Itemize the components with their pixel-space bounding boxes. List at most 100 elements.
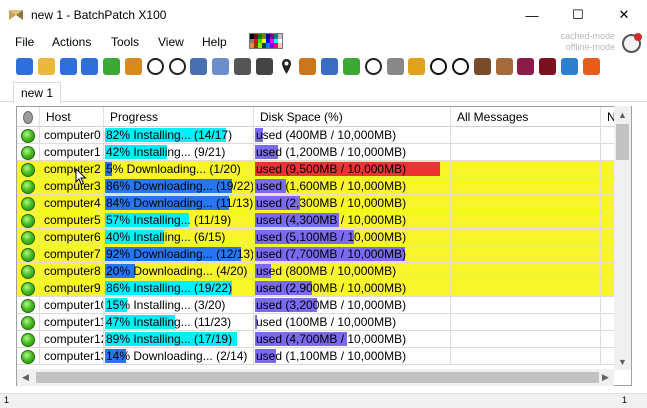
table-row[interactable]: computer2 5% Downloading... (1/20) used …: [17, 161, 615, 178]
column-next[interactable]: N: [601, 107, 615, 127]
disk-space-cell[interactable]: used (1,600MB / 10,000MB): [254, 178, 451, 195]
tools-icon[interactable]: [582, 58, 600, 75]
next-cell[interactable]: [601, 195, 615, 212]
disk-space-cell[interactable]: used (5,100MB / 10,000MB): [254, 229, 451, 246]
disk-space-cell[interactable]: used (3,200MB / 10,000MB): [254, 297, 451, 314]
scroll-up-arrow[interactable]: ▲: [614, 106, 631, 123]
host-cell[interactable]: computer5: [40, 212, 104, 229]
disk-space-cell[interactable]: used (100MB / 10,000MB): [254, 314, 451, 331]
table-row[interactable]: computer4 84% Downloading... (11/13) use…: [17, 195, 615, 212]
next-cell[interactable]: [601, 314, 615, 331]
next-cell[interactable]: [601, 297, 615, 314]
progress-cell[interactable]: 84% Downloading... (11/13): [104, 195, 254, 212]
shield-icon[interactable]: [386, 58, 404, 75]
disk-space-cell[interactable]: used (1,200MB / 10,000MB): [254, 144, 451, 161]
next-cell[interactable]: [601, 348, 615, 365]
pin-icon[interactable]: [278, 58, 295, 75]
host-cell[interactable]: computer0: [40, 127, 104, 144]
host-cell[interactable]: computer11: [40, 314, 104, 331]
messages-cell[interactable]: [451, 297, 601, 314]
menu-actions[interactable]: Actions: [52, 35, 91, 49]
scroll-left-arrow[interactable]: ◀: [17, 369, 34, 386]
lock-icon[interactable]: [408, 58, 426, 75]
console-icon[interactable]: [255, 58, 273, 75]
search-icon[interactable]: [321, 58, 339, 75]
chart-icon[interactable]: [539, 58, 557, 75]
messages-cell[interactable]: [451, 144, 601, 161]
progress-cell[interactable]: 20% Downloading... (4/20): [104, 263, 254, 280]
tab-new-1[interactable]: new 1: [13, 82, 62, 103]
host-cell[interactable]: computer2: [40, 161, 104, 178]
disk-space-cell[interactable]: used (2,900MB / 10,000MB): [254, 280, 451, 297]
progress-cell[interactable]: 86% Downloading... (19/22): [104, 178, 254, 195]
messages-cell[interactable]: [451, 263, 601, 280]
table-row[interactable]: computer9 86% Installing... (19/22) used…: [17, 280, 615, 297]
table-row[interactable]: computer11 47% Installing... (11/23) use…: [17, 314, 615, 331]
power-icon[interactable]: [364, 58, 382, 75]
scroll-down-arrow[interactable]: ▼: [614, 353, 631, 370]
next-cell[interactable]: [601, 246, 615, 263]
next-cell[interactable]: [601, 161, 615, 178]
table-row[interactable]: computer1 42% Installing... (9/21) used …: [17, 144, 615, 161]
new-icon[interactable]: [16, 58, 33, 75]
diamond-icon[interactable]: [299, 58, 317, 75]
next-cell[interactable]: [601, 280, 615, 297]
printer-icon[interactable]: [234, 58, 251, 75]
progress-cell[interactable]: 47% Installing... (11/23): [104, 314, 254, 331]
horizontal-scrollbar[interactable]: ◀ ▶: [17, 369, 614, 386]
host-cell[interactable]: computer1: [40, 144, 104, 161]
vertical-scrollbar[interactable]: ▲ ▼: [614, 106, 631, 370]
host-cell[interactable]: computer13: [40, 348, 104, 365]
scroll-right-arrow[interactable]: ▶: [597, 369, 614, 386]
stop-icon[interactable]: [168, 58, 186, 75]
next-cell[interactable]: [601, 229, 615, 246]
host-cell[interactable]: computer3: [40, 178, 104, 195]
table-row[interactable]: computer5 57% Installing... (11/19) used…: [17, 212, 615, 229]
refresh-icon[interactable]: [343, 58, 360, 75]
disk-space-cell[interactable]: used (7,700MB / 10,000MB): [254, 246, 451, 263]
open-icon[interactable]: [37, 58, 55, 75]
messages-cell[interactable]: [451, 161, 601, 178]
disk-space-cell[interactable]: used (9,500MB / 10,000MB): [254, 161, 451, 178]
progress-cell[interactable]: 92% Downloading... (12/13): [104, 246, 254, 263]
table-row[interactable]: computer8 20% Downloading... (4/20) used…: [17, 263, 615, 280]
cube-icon[interactable]: [495, 58, 513, 75]
next-cell[interactable]: [601, 127, 615, 144]
table-row[interactable]: computer12 89% Installing... (17/19) use…: [17, 331, 615, 348]
table-row[interactable]: computer10 15% Installing... (3/20) used…: [17, 297, 615, 314]
progress-cell[interactable]: 5% Downloading... (1/20): [104, 161, 254, 178]
schedule-clock-icon[interactable]: [622, 33, 642, 53]
host-cell[interactable]: computer10: [40, 297, 104, 314]
next-cell[interactable]: [601, 331, 615, 348]
menu-tools[interactable]: Tools: [111, 35, 139, 49]
terminal-icon[interactable]: [517, 58, 535, 75]
table-row[interactable]: computer6 40% Installing... (6/15) used …: [17, 229, 615, 246]
host-cell[interactable]: computer9: [40, 280, 104, 297]
next-cell[interactable]: [601, 178, 615, 195]
menu-help[interactable]: Help: [202, 35, 227, 49]
host-cell[interactable]: computer12: [40, 331, 104, 348]
messages-cell[interactable]: [451, 212, 601, 229]
menu-file[interactable]: File: [15, 35, 34, 49]
color-palette-icon[interactable]: [249, 33, 283, 49]
horizontal-scroll-thumb[interactable]: [36, 372, 599, 383]
messages-cell[interactable]: [451, 314, 601, 331]
hosts-grid[interactable]: Host Progress Disk Space (%) All Message…: [16, 106, 632, 386]
progress-cell[interactable]: 14% Downloading... (2/14): [104, 348, 254, 365]
disk-space-cell[interactable]: used (1,100MB / 10,000MB): [254, 348, 451, 365]
progress-cell[interactable]: 89% Installing... (17/19): [104, 331, 254, 348]
disk-space-cell[interactable]: used (4,300MB / 10,000MB): [254, 212, 451, 229]
schedule-icon[interactable]: [212, 58, 230, 75]
progress-cell[interactable]: 86% Installing... (19/22): [104, 280, 254, 297]
progress-cell[interactable]: 15% Installing... (3/20): [104, 297, 254, 314]
progress-cell[interactable]: 42% Installing... (9/21): [104, 144, 254, 161]
maximize-button[interactable]: ☐: [555, 0, 601, 30]
vertical-scroll-thumb[interactable]: [616, 124, 629, 160]
messages-cell[interactable]: [451, 331, 601, 348]
menu-view[interactable]: View: [158, 35, 184, 49]
table-row[interactable]: computer3 86% Downloading... (19/22) use…: [17, 178, 615, 195]
messages-cell[interactable]: [451, 195, 601, 212]
progress-cell[interactable]: 57% Installing... (11/19): [104, 212, 254, 229]
next-cell[interactable]: [601, 263, 615, 280]
column-disk-space[interactable]: Disk Space (%): [254, 107, 451, 127]
